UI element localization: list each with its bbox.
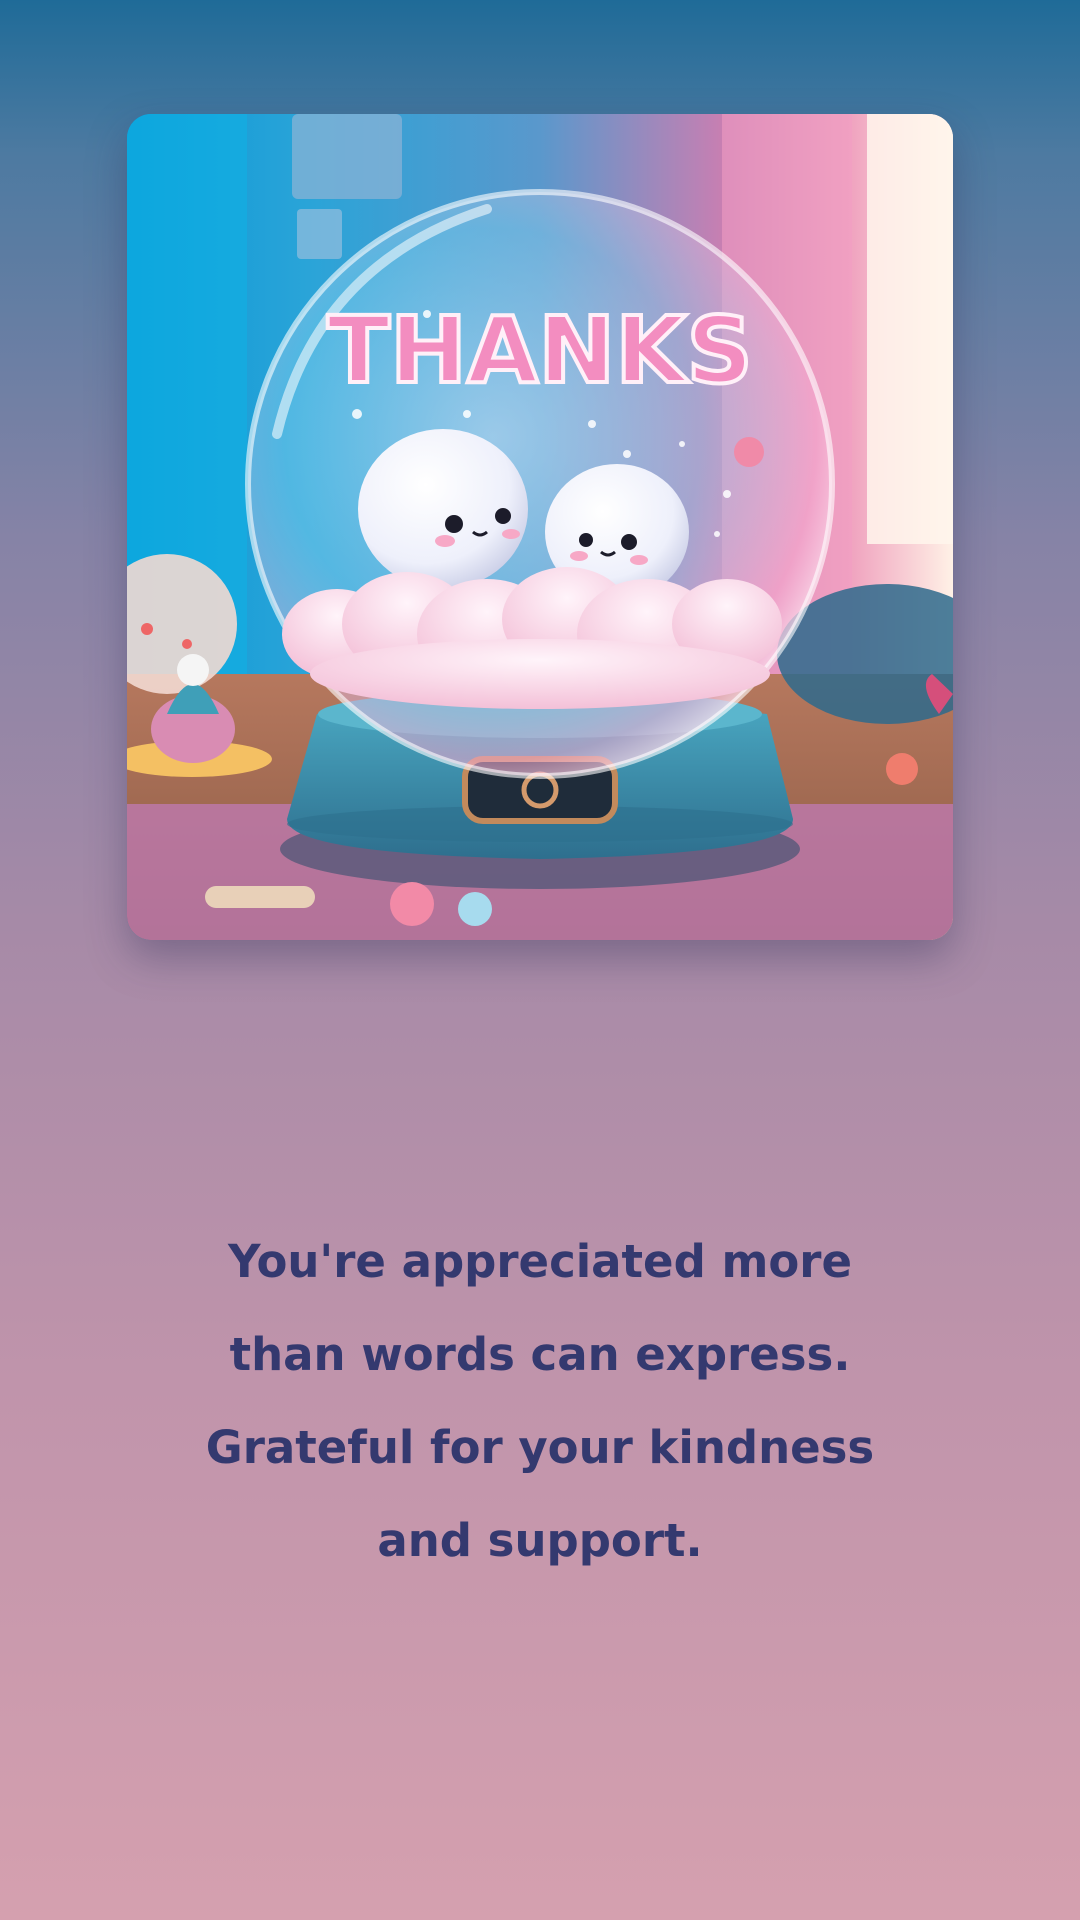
message-line: You're appreciated more: [228, 1235, 852, 1288]
wall-picture: [292, 114, 402, 199]
message-line: than words can express.: [229, 1328, 851, 1381]
snow-globe-image: THANKS: [127, 114, 953, 940]
message-line: Grateful for your kindness: [205, 1421, 875, 1474]
window: [867, 114, 953, 544]
gratitude-message: You're appreciated more than words can e…: [140, 1215, 940, 1587]
snow-globe-illustration: THANKS: [127, 114, 953, 940]
globe-thanks-text: THANKS: [327, 297, 753, 404]
message-line: and support.: [377, 1514, 703, 1567]
